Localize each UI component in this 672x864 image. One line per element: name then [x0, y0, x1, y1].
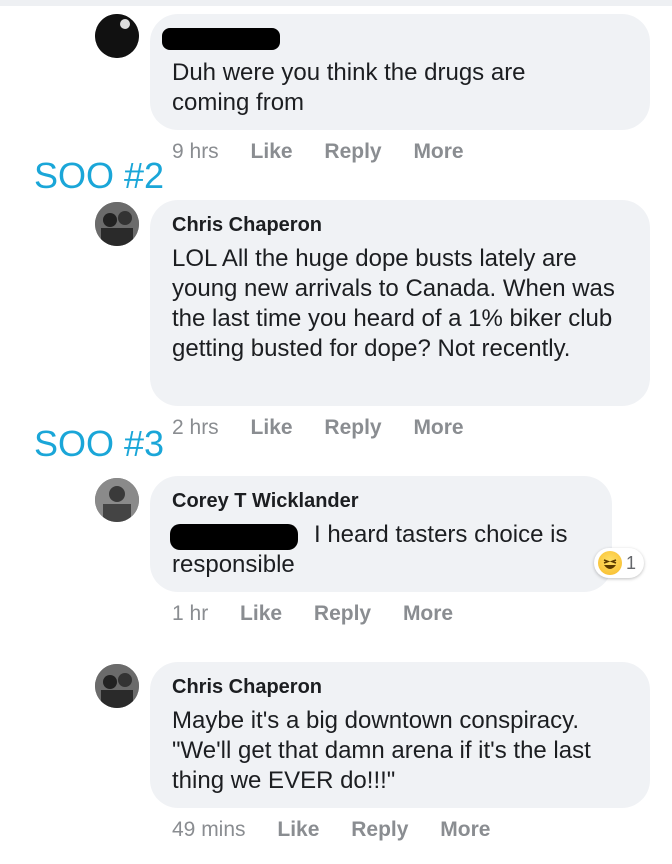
comment-author[interactable]: Corey T Wicklander [172, 488, 359, 514]
comment-actions: 49 mins Like Reply More [172, 818, 490, 842]
redacted-mention [170, 524, 298, 550]
comment-author[interactable]: Chris Chaperon [172, 674, 322, 700]
comment-bubble: Chris Chaperon Maybe it's a big downtown… [150, 662, 650, 808]
comment-bubble: Corey T Wicklander I heard tasters choic… [150, 476, 612, 592]
like-button[interactable]: Like [251, 140, 293, 164]
profile-photo-icon [95, 202, 139, 246]
comment-bubble: Chris Chaperon LOL All the huge dope bus… [150, 200, 650, 406]
comment-bubble: Duh were you think the drugs are coming … [150, 14, 650, 130]
avatar[interactable] [95, 14, 139, 58]
like-button[interactable]: Like [251, 416, 293, 440]
like-button[interactable]: Like [240, 602, 282, 626]
comment-time[interactable]: 49 mins [172, 818, 246, 842]
profile-photo-icon [95, 478, 139, 522]
haha-emoji-icon [598, 551, 622, 575]
more-button[interactable]: More [440, 818, 490, 842]
marker-label: SOO #3 [34, 423, 165, 464]
avatar[interactable] [95, 202, 139, 246]
profile-photo-icon [95, 664, 139, 708]
comment-text: Maybe it's a big downtown conspiracy. "W… [172, 707, 591, 794]
reply-button[interactable]: Reply [324, 140, 381, 164]
more-button[interactable]: More [403, 602, 453, 626]
redacted-author [162, 28, 280, 50]
comment-time[interactable]: 1 hr [172, 602, 208, 626]
comment-text-line1: I heard tasters choice is [314, 521, 568, 548]
marker-label: SOO #2 [34, 155, 165, 196]
more-button[interactable]: More [413, 140, 463, 164]
reaction-count: 1 [626, 552, 637, 573]
avatar[interactable] [95, 664, 139, 708]
comment-text: LOL All the huge dope busts lately are y… [172, 245, 615, 362]
comment-actions: 1 hr Like Reply More [172, 602, 453, 626]
top-divider [0, 0, 672, 6]
comment-actions: 2 hrs Like Reply More [172, 416, 464, 440]
profile-photo-icon [95, 14, 139, 58]
comment-author[interactable]: Chris Chaperon [172, 212, 322, 238]
more-button[interactable]: More [413, 416, 463, 440]
comment-text: Duh were you think the drugs are coming … [172, 59, 526, 116]
comment-time[interactable]: 9 hrs [172, 140, 219, 164]
comment-text-line2: responsible [172, 551, 295, 578]
reply-button[interactable]: Reply [324, 416, 381, 440]
reply-button[interactable]: Reply [351, 818, 408, 842]
reply-button[interactable]: Reply [314, 602, 371, 626]
avatar[interactable] [95, 478, 139, 522]
like-button[interactable]: Like [277, 818, 319, 842]
comment-time[interactable]: 2 hrs [172, 416, 219, 440]
reaction-badge[interactable]: 1 [594, 548, 645, 578]
comment-actions: 9 hrs Like Reply More [172, 140, 464, 164]
